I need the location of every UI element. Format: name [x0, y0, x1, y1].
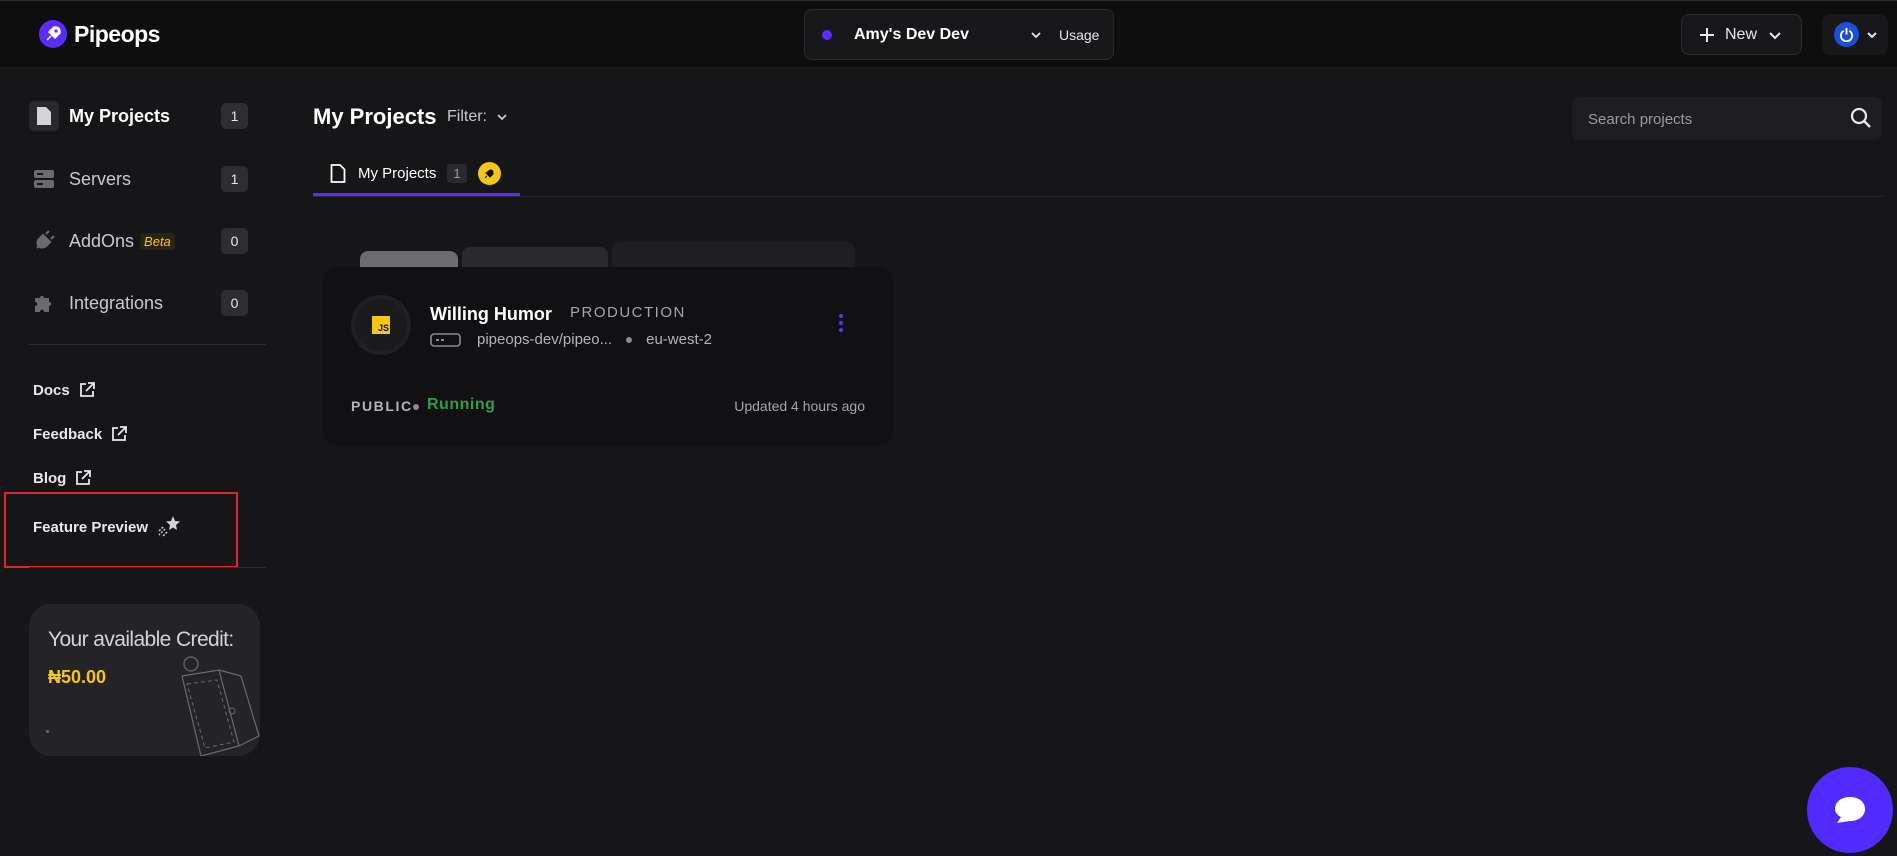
workspace-name: Amy's Dev Dev	[854, 25, 969, 43]
search-box	[1572, 97, 1882, 140]
docs-link[interactable]: Docs	[33, 381, 96, 399]
sidebar-item-label: AddOns	[69, 230, 135, 251]
usage-link[interactable]: Usage	[1059, 27, 1099, 43]
javascript-icon: JS	[372, 316, 390, 334]
more-options-icon[interactable]	[839, 314, 843, 332]
search-button[interactable]	[1850, 107, 1872, 134]
chevron-down-icon	[1769, 31, 1781, 39]
search-input[interactable]	[1588, 107, 1838, 131]
filter-label: Filter:	[447, 108, 487, 125]
sidebar-item-label: My Projects	[69, 105, 171, 126]
blog-link[interactable]: Blog	[33, 469, 92, 487]
file-icon	[330, 164, 346, 183]
chat-bubble-icon	[1835, 797, 1865, 823]
new-button-label: New	[1725, 25, 1758, 43]
user-menu-button[interactable]	[1822, 14, 1888, 55]
credit-title: Your available Credit:	[48, 628, 234, 651]
sidebar-item-servers[interactable]: Servers 1	[29, 163, 249, 195]
power-icon	[1839, 27, 1854, 42]
filter-dropdown[interactable]: Filter:	[447, 108, 509, 126]
beta-badge: Beta	[140, 232, 175, 250]
avatar	[1834, 22, 1859, 47]
count-badge: 0	[221, 228, 248, 254]
sidebar-item-integrations[interactable]: Integrations 0	[29, 287, 249, 319]
file-icon	[29, 101, 59, 131]
rocket-badge-icon	[477, 162, 501, 185]
tab-label: My Projects	[358, 165, 437, 182]
page-title: My Projects	[313, 104, 437, 129]
count-badge: 0	[221, 290, 248, 316]
rocket-logo-icon	[39, 20, 67, 48]
server-icon	[29, 164, 59, 194]
sidebar-divider	[29, 567, 266, 568]
repo-icon	[430, 332, 461, 347]
region-label: eu-west-2	[646, 331, 712, 348]
sidebar-item-addons[interactable]: AddOns Beta 0	[29, 225, 249, 257]
tab-my-projects[interactable]: My Projects 1	[313, 154, 520, 196]
tabs-divider	[313, 196, 1883, 197]
separator-dot	[626, 336, 633, 343]
credit-card: Your available Credit: ₦50.00	[29, 604, 260, 756]
new-button[interactable]: New	[1681, 14, 1802, 55]
environment-label: PRODUCTION	[570, 304, 686, 321]
status-badge: Running	[427, 396, 496, 413]
visibility-label: PUBLIC	[351, 398, 413, 414]
project-avatar: JS	[351, 295, 411, 355]
workspace-dot-icon	[822, 29, 832, 40]
separator-dot	[413, 404, 419, 410]
blog-link-label: Blog	[33, 469, 67, 487]
chevron-down-icon	[1867, 31, 1877, 38]
project-name[interactable]: Willing Humor	[430, 304, 552, 325]
project-meta: pipeops-dev/pipeo... eu-west-2	[430, 331, 712, 348]
sidebar-item-label: Integrations	[69, 292, 164, 313]
annotation-highlight-box	[4, 492, 238, 568]
external-link-icon	[76, 470, 92, 485]
chevron-down-icon[interactable]	[1029, 28, 1043, 42]
feedback-link[interactable]: Feedback	[33, 425, 128, 443]
workspace-switcher[interactable]: Amy's Dev Dev Usage	[804, 9, 1114, 60]
app-logo[interactable]: Pipeops	[38, 19, 160, 49]
search-icon	[1850, 107, 1871, 128]
project-card[interactable]: JS Willing Humor PRODUCTION pipeops-dev/…	[323, 267, 893, 446]
external-link-icon	[112, 426, 128, 441]
tab-count-badge: 1	[447, 164, 467, 183]
repo-name: pipeops-dev/pipeo...	[477, 331, 613, 348]
top-bar: Pipeops Amy's Dev Dev Usage New	[0, 0, 1897, 67]
sidebar-item-label: Servers	[69, 168, 132, 189]
credit-amount: ₦50.00	[48, 667, 107, 687]
updated-timestamp: Updated 4 hours ago	[734, 398, 865, 414]
chat-button[interactable]	[1807, 767, 1893, 853]
plus-icon	[1700, 27, 1714, 42]
decor-dot	[46, 730, 49, 733]
chevron-down-icon	[497, 114, 507, 121]
app-name: Pipeops	[74, 20, 160, 47]
plug-icon	[29, 226, 59, 256]
count-badge: 1	[221, 103, 248, 129]
count-badge: 1	[221, 166, 248, 192]
docs-link-label: Docs	[33, 381, 70, 399]
sidebar-item-my-projects[interactable]: My Projects 1	[29, 100, 249, 132]
external-link-icon	[79, 382, 95, 397]
sidebar-divider	[29, 344, 266, 345]
wallet-illustration-icon	[181, 656, 260, 756]
feedback-link-label: Feedback	[33, 425, 103, 443]
puzzle-icon	[29, 288, 59, 318]
